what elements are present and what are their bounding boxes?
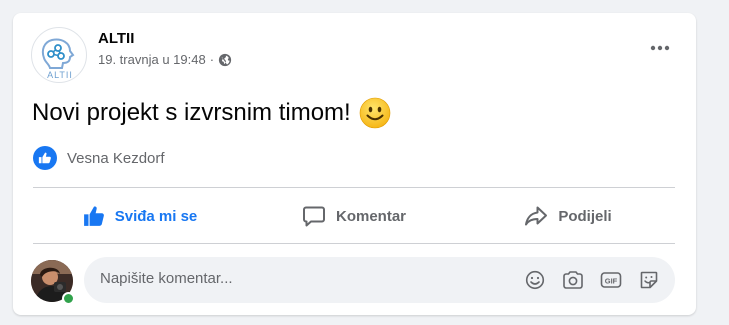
share-button[interactable]: Podijeli (461, 189, 675, 243)
post-date[interactable]: 19. travnja u 19:48 (98, 52, 206, 67)
svg-text:GIF: GIF (605, 277, 618, 286)
share-label: Podijeli (558, 207, 612, 225)
like-button[interactable]: Sviđa mi se (33, 189, 247, 243)
comment-button[interactable]: Komentar (247, 189, 461, 243)
comment-tools: GIF (523, 268, 661, 292)
globe-icon[interactable] (218, 53, 232, 67)
camera-icon[interactable] (561, 268, 585, 292)
divider (33, 187, 675, 188)
comment-bubble-icon (302, 206, 325, 227)
emoji-icon[interactable] (523, 268, 547, 292)
comment-input[interactable] (100, 270, 500, 287)
post-actions: Sviđa mi se Komentar Podijeli (33, 189, 675, 243)
more-dots-icon (650, 45, 670, 51)
reaction-names[interactable]: Vesna Kezdorf (67, 150, 165, 167)
smiling-face-emoji-icon (359, 97, 391, 129)
page-avatar[interactable]: ALTII (31, 27, 87, 83)
post-card: ALTII ALTII 19. travnja u 19:48 · Novi p… (13, 13, 696, 315)
gif-icon[interactable]: GIF (599, 268, 623, 292)
share-arrow-icon (525, 206, 548, 226)
altii-logo-icon: ALTII (41, 38, 75, 80)
like-label: Sviđa mi se (114, 207, 198, 225)
post-content: Novi projekt s izvrsnim timom! (32, 97, 391, 129)
sticker-icon[interactable] (637, 268, 661, 292)
like-icon (33, 146, 57, 170)
thumbs-up-icon (83, 206, 104, 226)
more-options-button[interactable] (642, 30, 678, 66)
avatar-logo-text: ALTII (47, 70, 73, 80)
online-status-dot (62, 292, 75, 305)
post-meta: 19. travnja u 19:48 · (98, 52, 232, 67)
divider (33, 243, 675, 244)
comment-composer: GIF (31, 257, 676, 305)
post-text: Novi projekt s izvrsnim timom! (32, 99, 351, 126)
post-header: ALTII ALTII 19. travnja u 19:48 · (31, 27, 678, 83)
post-author[interactable]: ALTII (98, 30, 134, 47)
meta-separator: · (209, 52, 215, 67)
comment-box: GIF (84, 257, 675, 303)
comment-label: Komentar (335, 207, 406, 225)
reactions-summary[interactable]: Vesna Kezdorf (33, 146, 165, 170)
current-user-avatar[interactable] (31, 260, 75, 305)
